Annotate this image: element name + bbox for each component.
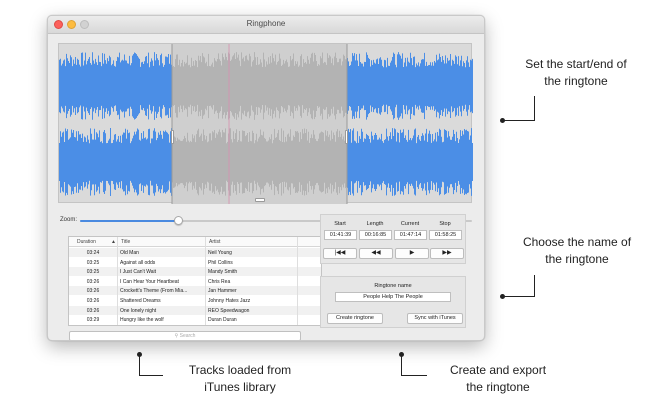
annotation-connector	[504, 120, 535, 121]
track-row[interactable]: 03:26 Shattered Dreams Johnny Hates Jazz	[69, 296, 321, 305]
annotation-line-2: the ringtone	[545, 252, 609, 266]
waveform-graphic[interactable]	[59, 44, 473, 204]
selection-end-handle[interactable]	[345, 130, 348, 144]
track-title: One lonely night	[120, 307, 157, 314]
window-title: Ringphone	[246, 19, 286, 28]
annotation-connector	[401, 355, 402, 376]
column-duration-header[interactable]: Duration	[77, 239, 96, 245]
zoom-slider-fill	[80, 220, 178, 222]
annotation-choose-name: Choose the name of the ringtone	[494, 234, 660, 268]
annotation-dot	[500, 294, 505, 299]
track-artist: REO Speedwagon	[208, 307, 250, 314]
track-duration: 03:29	[86, 317, 100, 324]
rewind-button[interactable]: ◀◀	[359, 248, 393, 259]
length-label: Length	[366, 221, 384, 227]
column-divider	[297, 237, 298, 325]
annotation-dot	[500, 118, 505, 123]
zoom-slider-knob[interactable]	[174, 216, 183, 225]
waveform-view[interactable]	[58, 43, 473, 204]
track-row[interactable]: 03:26 I Can Hear Your Heartbeat Chris Rea	[69, 277, 321, 286]
search-placeholder: Search	[179, 333, 196, 339]
track-list: Duration ▲ Title Artist 03:24 Old Man Neil…	[68, 236, 322, 326]
annotation-connector	[504, 296, 535, 297]
track-artist: Chris Rea	[208, 278, 231, 285]
track-title: Old Man	[120, 250, 139, 256]
export-panel: Ringtone name People Help The People Cre…	[320, 276, 466, 328]
track-artist: Jan Hammer	[208, 288, 237, 295]
annotation-connector	[401, 375, 427, 376]
track-duration: 03:25	[86, 259, 100, 266]
track-artist: Phil Collins	[208, 259, 233, 266]
selection-start-handle[interactable]	[171, 130, 174, 144]
track-list-header: Duration ▲ Title Artist	[69, 237, 321, 247]
track-row[interactable]: 03:26 Crockett's Theme (From Mia... Jan Ha…	[69, 286, 321, 296]
track-title: Shattered Dreams	[120, 298, 161, 304]
current-time-field[interactable]: 01:47:14	[394, 230, 427, 240]
annotation-set-start-end: Set the start/end of the ringtone	[498, 56, 654, 90]
ringtone-name-label: Ringtone name	[374, 283, 412, 289]
track-duration: 03:26	[86, 288, 100, 295]
start-time-field[interactable]: 01:41:39	[324, 230, 357, 240]
track-duration: 03:24	[86, 250, 100, 256]
stop-label: Stop	[439, 221, 451, 227]
track-duration: 03:26	[86, 307, 100, 314]
annotation-line-1: Choose the name of	[522, 235, 632, 249]
track-duration: 03:26	[86, 278, 100, 285]
annotation-create-export: Create and export the ringtone	[428, 362, 568, 396]
column-divider	[205, 237, 206, 325]
zoom-label: Zoom:	[60, 217, 78, 223]
track-artist: Neil Young	[208, 250, 232, 256]
track-row[interactable]: 03:26 One lonely night REO Speedwagon	[69, 305, 321, 315]
annotation-line-2: the ringtone	[466, 380, 530, 394]
fast-forward-button[interactable]: ▶▶	[430, 248, 464, 259]
play-button[interactable]: ▶	[395, 248, 429, 259]
track-duration: 03:25	[86, 269, 100, 276]
sort-ascending-icon[interactable]: ▲	[111, 239, 116, 245]
track-title: I Just Can't Wait	[120, 269, 157, 276]
track-artist: Johnny Hates Jazz	[208, 298, 251, 304]
track-title: Hungry like the wolf	[120, 317, 164, 324]
ringtone-name-field[interactable]: People Help The People	[335, 292, 451, 302]
track-artist: Mandy Smith	[208, 269, 238, 276]
annotation-line-2: the ringtone	[544, 74, 608, 88]
annotation-tracks-loaded: Tracks loaded from iTunes library	[170, 362, 310, 396]
track-duration: 03:26	[86, 298, 100, 304]
track-row[interactable]: 03:24 Old Man Neil Young	[69, 248, 321, 257]
track-row[interactable]: 03:29 Hungry like the wolf Duran Duran	[69, 315, 321, 324]
timing-panel: Start Length Current Stop 01:41:39 00:16…	[320, 214, 466, 264]
length-time-field[interactable]: 00:16:85	[359, 230, 392, 240]
track-title: Crockett's Theme (From Mia...	[120, 288, 188, 295]
annotation-connector	[534, 275, 535, 297]
skip-to-start-button[interactable]: |◀◀	[323, 248, 357, 259]
magnifier-icon: ⚲	[174, 333, 179, 339]
search-input[interactable]: ⚲ Search	[69, 331, 301, 340]
annotation-connector	[534, 96, 535, 120]
stop-time-field[interactable]: 01:58:25	[429, 230, 462, 240]
column-artist-header[interactable]: Artist	[209, 239, 220, 245]
create-ringtone-button[interactable]: Create ringtone	[327, 313, 383, 324]
track-row[interactable]: 03:25 Against all odds Phil Collins	[69, 258, 321, 267]
track-title: I Can Hear Your Heartbeat	[120, 278, 179, 285]
annotation-line-1: Tracks loaded from	[188, 363, 292, 377]
sync-with-itunes-button[interactable]: Sync with iTunes	[407, 313, 463, 324]
playhead-grip-icon[interactable]	[255, 198, 265, 202]
track-row[interactable]: 03:25 I Just Can't Wait Mandy Smith	[69, 267, 321, 277]
current-label: Current	[400, 221, 420, 227]
track-artist: Duran Duran	[208, 317, 237, 324]
annotation-connector	[139, 355, 140, 376]
annotation-line-1: Set the start/end of	[525, 57, 627, 71]
column-title-header[interactable]: Title	[121, 239, 130, 245]
annotation-line-1: Create and export	[449, 363, 547, 377]
track-title: Against all odds	[120, 259, 156, 266]
title-bar: Ringphone	[48, 16, 484, 34]
annotation-line-2: iTunes library	[204, 380, 276, 394]
annotation-connector	[139, 375, 163, 376]
column-divider	[117, 237, 118, 325]
start-label: Start	[334, 221, 346, 227]
